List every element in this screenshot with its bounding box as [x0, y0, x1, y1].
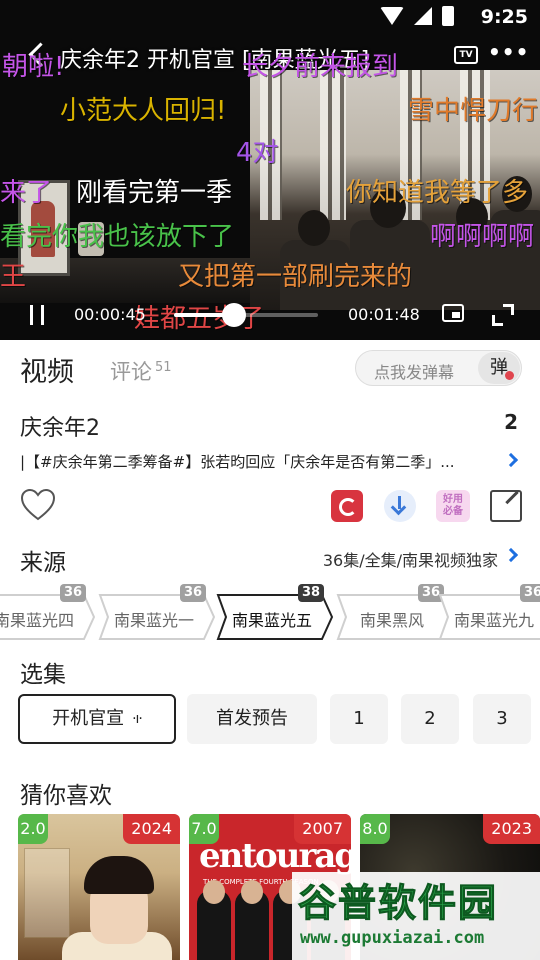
chevron-right-icon[interactable]: [503, 547, 519, 563]
danmaku-input[interactable]: 点我发弹幕 弹: [355, 350, 522, 386]
more-icon[interactable]: •••: [488, 40, 529, 64]
total-time: 00:01:48: [348, 305, 420, 324]
danmaku-toggle-button[interactable]: 弹: [478, 352, 520, 384]
season-number: 2: [504, 410, 518, 434]
source-chip-label: 南果蓝光五: [231, 611, 312, 630]
source-title: 来源: [20, 550, 66, 576]
tv-cast-icon[interactable]: TV: [454, 46, 478, 64]
tab-comment-label: 评论: [110, 360, 152, 384]
source-chip-label: 南果蓝光九: [453, 611, 534, 630]
episode-label: 2: [424, 708, 436, 729]
download-icon[interactable]: [384, 490, 416, 522]
watermark-url: www.gupuxiazai.com: [300, 928, 485, 948]
promo-line2: 必备: [443, 506, 463, 517]
danmaku-comment: 看完你我也该放下了: [0, 222, 235, 252]
episode-button[interactable]: 3: [473, 694, 531, 744]
comment-count: 51: [155, 360, 172, 375]
video-player[interactable]: 9:25 庆余年2 开机官宣 [南果蓝光五] TV ••• 朝啦! 长夕前来报到小…: [0, 0, 540, 340]
player-controls: 00:00:45 00:01:48: [0, 296, 540, 336]
fullscreen-icon[interactable]: [492, 304, 514, 326]
source-chip[interactable]: 南果蓝光九 36: [432, 584, 540, 640]
source-chip[interactable]: 南果蓝光四 36: [0, 584, 96, 640]
heart-icon[interactable]: [20, 488, 56, 522]
danmaku-comment: 你知道我等了多: [346, 178, 529, 208]
source-chip-count: 36: [520, 584, 540, 602]
card-year: 2007: [294, 814, 351, 844]
danmaku-comment: 又把第一部刷完来的: [178, 262, 413, 292]
source-chip-label: 南果蓝光四: [0, 611, 74, 630]
picture-in-picture-icon[interactable]: [442, 304, 464, 322]
chevron-right-icon[interactable]: [503, 452, 519, 468]
source-meta[interactable]: 36集/全集/南果视频独家: [323, 547, 498, 571]
danmaku-comment: 来了: [0, 178, 53, 208]
danmaku-comment: 朝啦!: [2, 52, 65, 82]
episode-label: 首发预告: [216, 708, 288, 729]
playing-indicator-icon: ·ı·: [132, 711, 143, 727]
danmaku-comment: 4对: [236, 138, 279, 168]
progress-knob[interactable]: [221, 303, 246, 327]
source-chip[interactable]: 南果蓝光一 36: [92, 584, 216, 640]
edit-icon[interactable]: [490, 490, 522, 522]
danmaku-comment: 刚看完第一季: [76, 178, 233, 208]
current-time: 00:00:45: [74, 305, 146, 324]
source-chip-count: 38: [298, 584, 324, 602]
source-list: 南果蓝光四 36 南果蓝光一 36 南果蓝光五 38 南果黑风 36 南果蓝光九 36: [0, 584, 540, 644]
danmaku-comment: 小范大人回归!: [60, 96, 227, 126]
episode-button[interactable]: 2: [401, 694, 459, 744]
wifi-icon: [380, 7, 404, 25]
tab-comment[interactable]: 评论 51: [110, 356, 172, 386]
episode-label: 开机官宣: [52, 708, 125, 729]
source-chip[interactable]: 南果蓝光五 38: [210, 584, 334, 640]
episode-button[interactable]: 1: [330, 694, 388, 744]
pause-icon[interactable]: [30, 305, 44, 325]
source-chip-count: 36: [60, 584, 86, 602]
promo-badge-icon[interactable]: 好用 必备: [436, 490, 470, 522]
recommend-title: 猜你喜欢: [20, 783, 112, 809]
progress-bar[interactable]: [174, 303, 318, 327]
source-chip-count: 36: [180, 584, 206, 602]
action-bar: 好用 必备: [0, 484, 540, 530]
replay-icon[interactable]: [331, 490, 363, 522]
source-chip-label: 南果蓝光一: [113, 611, 194, 630]
episode-button-active[interactable]: 开机官宣 ·ı·: [18, 694, 176, 744]
status-time: 9:25: [480, 6, 528, 28]
site-watermark: 谷普软件园 www.gupuxiazai.com: [292, 872, 540, 960]
show-title: 庆余年2: [20, 416, 100, 441]
danmaku-comment: 长夕前来报到: [242, 52, 399, 82]
episode-label: 3: [496, 708, 508, 729]
episodes-title: 选集: [20, 662, 66, 688]
promo-line1: 好用: [443, 494, 463, 505]
episode-button[interactable]: 首发预告: [187, 694, 317, 744]
card-score: 7.0: [189, 814, 219, 844]
episode-list: 开机官宣 ·ı· 首发预告 1 2 3: [0, 694, 540, 746]
danmaku-input-placeholder: 点我发弹幕: [374, 363, 455, 382]
card-score: 2.0: [18, 814, 48, 844]
danmaku-comment: 王: [0, 262, 27, 292]
card-year: 2023: [483, 814, 540, 844]
danmaku-comment: 啊啊啊啊: [430, 222, 535, 252]
recommend-card[interactable]: 2.0 2024: [18, 814, 180, 960]
card-year: 2024: [123, 814, 180, 844]
watermark-logo: 谷普软件园: [297, 881, 499, 926]
battery-charging-icon: [442, 6, 454, 26]
show-description[interactable]: |【#庆余年第二季筹备#】张若昀回应「庆余年是否有第二季」...: [20, 451, 498, 472]
no-signal-icon: [414, 7, 432, 25]
danmaku-comment: 雪中悍刀行: [408, 96, 539, 126]
episode-label: 1: [353, 708, 365, 729]
detail-tabs: 视频 评论 51 点我发弹幕 弹: [0, 340, 540, 396]
status-bar: 9:25: [0, 0, 540, 36]
tab-video[interactable]: 视频: [20, 350, 74, 389]
card-score: 8.0: [360, 814, 390, 844]
